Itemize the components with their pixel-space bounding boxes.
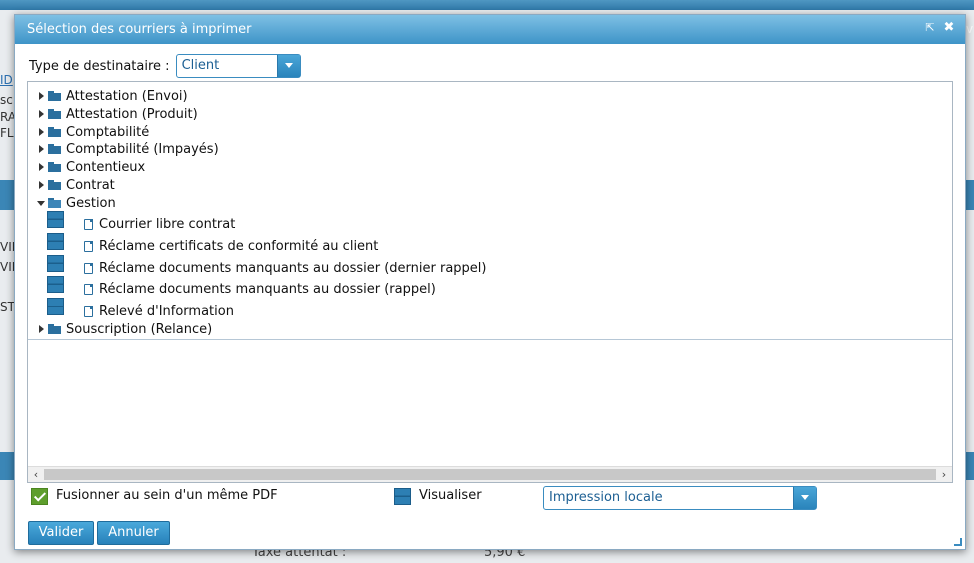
resize-handle-icon[interactable]	[954, 538, 962, 546]
tree-folder[interactable]: Contrat	[36, 176, 115, 194]
background-header-bar	[0, 0, 974, 10]
merge-pdf-checkbox[interactable]	[31, 488, 48, 505]
scroll-right-icon[interactable]: ›	[936, 467, 952, 482]
tree-folder[interactable]: Comptabilité (Impayés)	[36, 140, 219, 158]
letter-checkbox[interactable]	[47, 255, 64, 272]
expand-arrow-icon[interactable]	[36, 144, 46, 154]
recipient-type-select[interactable]: Client	[175, 54, 301, 78]
tree-letter[interactable]: Réclame certificats de conformité au cli…	[84, 237, 378, 255]
dialog-title: Sélection des courriers à imprimer	[27, 22, 252, 37]
tree-folder[interactable]: Comptabilité	[36, 123, 149, 141]
chevron-down-icon[interactable]	[276, 55, 300, 77]
close-icon[interactable]: ✖	[942, 21, 956, 35]
horizontal-scrollbar[interactable]: ‹ ›	[28, 466, 952, 482]
document-icon	[84, 262, 93, 274]
folder-icon	[48, 109, 61, 119]
print-letters-dialog: Sélection des courriers à imprimer ⇱ ✖ T…	[14, 14, 966, 550]
expand-arrow-icon[interactable]	[36, 91, 46, 101]
tree-folder-gestion[interactable]: Gestion	[36, 194, 116, 212]
merge-pdf-label: Fusionner au sein d'un même PDF	[56, 488, 278, 503]
recipient-type-label: Type de destinataire :	[29, 58, 170, 74]
document-icon	[84, 283, 93, 295]
tree-letter[interactable]: Réclame documents manquants au dossier (…	[84, 259, 486, 277]
cancel-button[interactable]: Annuler	[97, 521, 170, 545]
background-link[interactable]: ID	[0, 73, 13, 87]
recipient-type-value: Client	[181, 58, 220, 73]
expand-arrow-icon[interactable]	[36, 127, 46, 137]
letter-checkbox[interactable]	[47, 233, 64, 250]
background-text: v	[966, 22, 974, 36]
folder-icon	[48, 127, 61, 137]
dialog-titlebar[interactable]: Sélection des courriers à imprimer ⇱ ✖	[15, 15, 965, 44]
letter-checkbox[interactable]	[47, 211, 64, 228]
background-text: FL	[0, 126, 14, 140]
print-options: Fusionner au sein d'un même PDF Visualis…	[29, 485, 949, 513]
print-mode-value: Impression locale	[549, 490, 663, 505]
letter-checkbox[interactable]	[47, 276, 64, 293]
background-text: ST	[0, 300, 15, 314]
folder-icon	[48, 324, 61, 334]
tree-folder[interactable]: Contentieux	[36, 158, 145, 176]
scrollbar-thumb[interactable]	[44, 469, 936, 480]
folder-icon	[48, 180, 61, 190]
preview-checkbox[interactable]	[394, 488, 411, 505]
document-icon	[84, 240, 93, 252]
letter-checkbox[interactable]	[47, 298, 64, 315]
tree-folder[interactable]: Attestation (Envoi)	[36, 87, 188, 105]
tree-letter[interactable]: Courrier libre contrat	[84, 215, 235, 233]
validate-button[interactable]: Valider	[28, 521, 94, 545]
print-mode-select[interactable]: Impression locale	[543, 486, 817, 510]
tree-folder[interactable]: Souscription (Relance)	[36, 320, 212, 338]
document-icon	[84, 305, 93, 317]
scroll-left-icon[interactable]: ‹	[28, 467, 44, 482]
tree-content: Attestation (Envoi) Attestation (Produit…	[28, 82, 952, 340]
tree-letter[interactable]: Relevé d'Information	[84, 302, 234, 320]
expand-arrow-icon[interactable]	[36, 324, 46, 334]
expand-arrow-icon[interactable]	[36, 109, 46, 119]
folder-icon	[48, 144, 61, 154]
expand-arrow-icon[interactable]	[36, 180, 46, 190]
letters-tree[interactable]: Attestation (Envoi) Attestation (Produit…	[27, 81, 953, 483]
preview-label: Visualiser	[419, 488, 482, 503]
collapse-arrow-icon[interactable]	[36, 198, 46, 208]
popout-icon[interactable]: ⇱	[923, 21, 937, 35]
folder-icon	[48, 91, 61, 101]
expand-arrow-icon[interactable]	[36, 162, 46, 172]
folder-icon	[48, 162, 61, 172]
tree-folder[interactable]: Attestation (Produit)	[36, 105, 198, 123]
folder-open-icon	[48, 198, 61, 208]
tree-letter[interactable]: Réclame documents manquants au dossier (…	[84, 280, 436, 298]
recipient-type-row: Type de destinataire : Client	[29, 53, 301, 79]
background-text: sc	[0, 93, 13, 107]
document-icon	[84, 218, 93, 230]
chevron-down-icon[interactable]	[793, 487, 816, 509]
